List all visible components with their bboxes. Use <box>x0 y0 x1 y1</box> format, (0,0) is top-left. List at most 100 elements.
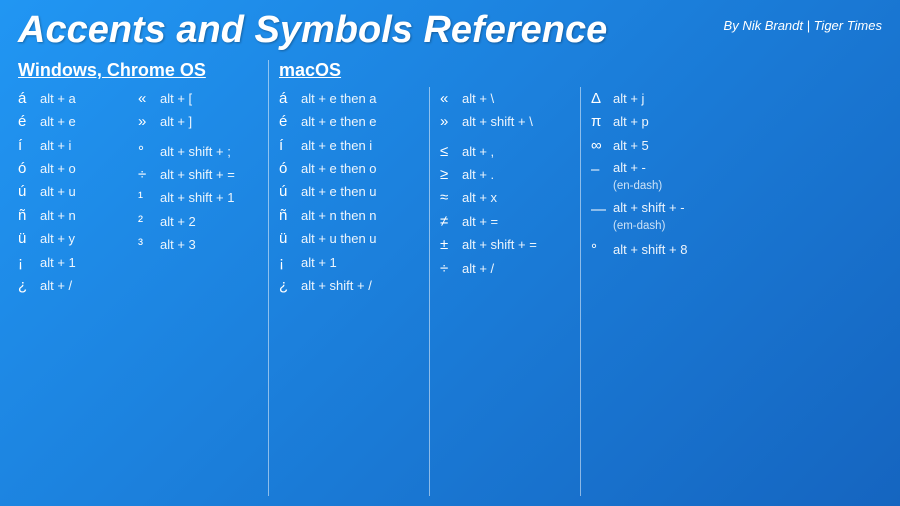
shortcut-text: alt + u <box>40 184 76 199</box>
shortcut-text: alt + j <box>613 91 644 106</box>
shortcut-text: alt + e then e <box>301 114 377 129</box>
shortcut-text: alt + 1 <box>40 255 76 270</box>
char-symbol: ¿ <box>279 277 301 294</box>
shortcut-text: alt + ] <box>160 114 192 129</box>
char-symbol: á <box>279 90 301 107</box>
shortcut-text: alt + e then u <box>301 184 377 199</box>
shortcut-text: alt + . <box>462 167 494 182</box>
table-row: πalt + p <box>591 110 738 133</box>
macos-section-title: macOS <box>279 60 882 81</box>
shortcut-text: alt + / <box>40 278 72 293</box>
table-row: »alt + ] <box>138 110 250 133</box>
char-symbol: ∞ <box>591 137 613 154</box>
table-row: Δalt + j <box>591 87 738 110</box>
char-symbol: » <box>138 113 160 130</box>
shortcut-text: alt + x <box>462 190 497 205</box>
char-symbol: – <box>591 160 613 178</box>
shortcut-text: alt + = <box>462 214 498 229</box>
char-symbol: ³ <box>138 236 160 253</box>
char-symbol: ≠ <box>440 213 462 230</box>
shortcut-text: alt + y <box>40 231 75 246</box>
char-symbol: ¡ <box>279 254 301 271</box>
shortcut-text: alt + i <box>40 138 71 153</box>
table-row: úalt + e then u <box>279 180 411 203</box>
table-row: óalt + o <box>18 157 130 180</box>
shortcut-text: alt + shift + ; <box>160 144 231 159</box>
char-symbol: ÷ <box>138 166 160 183</box>
table-row: óalt + e then o <box>279 157 411 180</box>
table-row: «alt + \ <box>440 87 562 110</box>
char-symbol: ± <box>440 236 462 253</box>
char-symbol: Δ <box>591 90 613 107</box>
char-symbol: ó <box>18 160 40 177</box>
windows-section: Windows, Chrome OS áalt + aéalt + eíalt … <box>18 60 258 496</box>
table-row: áalt + e then a <box>279 87 411 110</box>
char-symbol: « <box>138 90 160 107</box>
char-symbol: é <box>279 113 301 130</box>
char-symbol: ° <box>591 241 613 258</box>
table-row: «alt + [ <box>138 87 250 110</box>
table-row: ñalt + n then n <box>279 204 411 227</box>
char-symbol: ú <box>279 183 301 200</box>
shortcut-text: alt + [ <box>160 91 192 106</box>
windows-col-group: áalt + aéalt + eíalt + ióalt + oúalt + u… <box>18 87 258 496</box>
macos-col2: «alt + \»alt + shift + \≤alt + ,≥alt + .… <box>440 87 570 496</box>
windows-col1: áalt + aéalt + eíalt + ióalt + oúalt + u… <box>18 87 138 496</box>
char-symbol: ¿ <box>18 277 40 294</box>
char-symbol: ≈ <box>440 189 462 206</box>
shortcut-text: alt + n <box>40 208 76 223</box>
char-symbol: ü <box>18 230 40 247</box>
table-row: éalt + e then e <box>279 110 411 133</box>
table-row: éalt + e <box>18 110 130 133</box>
char-symbol: á <box>18 90 40 107</box>
shortcut-text: alt + o <box>40 161 76 176</box>
char-symbol: « <box>440 90 462 107</box>
char-symbol: ² <box>138 213 160 230</box>
shortcut-text: alt + 3 <box>160 237 196 252</box>
shortcut-text: alt + shift + / <box>301 278 372 293</box>
table-row: ³alt + 3 <box>138 233 250 256</box>
shortcut-text: alt + u then u <box>301 231 377 246</box>
table-row: ¡alt + 1 <box>18 250 130 273</box>
table-row: ñalt + n <box>18 204 130 227</box>
shortcut-text: alt + e then i <box>301 138 372 153</box>
table-row: ≠alt + = <box>440 210 562 233</box>
char-symbol: ó <box>279 160 301 177</box>
table-row: ≈alt + x <box>440 186 562 209</box>
shortcut-text: alt + shift + 8 <box>613 242 687 257</box>
char-symbol: — <box>591 200 613 218</box>
shortcut-text: alt + 1 <box>301 255 337 270</box>
table-row: ∞alt + 5 <box>591 134 738 157</box>
shortcut-text: alt + shift + = <box>462 237 537 252</box>
table-row: ≥alt + . <box>440 163 562 186</box>
page-title: Accents and Symbols Reference <box>18 10 607 52</box>
char-symbol: é <box>18 113 40 130</box>
table-row: íalt + e then i <box>279 134 411 157</box>
table-row: —alt + shift + -(em-dash) <box>591 197 738 237</box>
header: Accents and Symbols Reference By Nik Bra… <box>18 10 882 52</box>
char-symbol: ú <box>18 183 40 200</box>
divider-mac1 <box>429 87 430 496</box>
shortcut-text: alt + p <box>613 114 649 129</box>
table-row: °alt + shift + ; <box>138 140 250 163</box>
shortcut-text: alt + e <box>40 114 76 129</box>
table-row: ¿alt + / <box>18 274 130 297</box>
shortcut-text: alt + n then n <box>301 208 377 223</box>
shortcut-text: alt + e then o <box>301 161 377 176</box>
char-symbol: ¡ <box>18 254 40 271</box>
char-symbol: í <box>279 137 301 154</box>
table-row: ¹alt + shift + 1 <box>138 186 250 209</box>
shortcut-text: alt + shift + 1 <box>160 190 234 205</box>
shortcut-text: alt + 2 <box>160 214 196 229</box>
char-symbol: í <box>18 137 40 154</box>
table-row: ¿alt + shift + / <box>279 274 411 297</box>
table-row: ±alt + shift + = <box>440 233 562 256</box>
table-row: –alt + -(en-dash) <box>591 157 738 197</box>
char-symbol: » <box>440 113 462 130</box>
table-row: ÷alt + / <box>440 256 562 279</box>
shortcut-text: alt + -(en-dash) <box>613 160 662 194</box>
content-columns: Windows, Chrome OS áalt + aéalt + eíalt … <box>18 60 882 496</box>
char-symbol: ° <box>138 143 160 160</box>
page: Accents and Symbols Reference By Nik Bra… <box>0 0 900 506</box>
char-symbol: ¹ <box>138 189 160 206</box>
